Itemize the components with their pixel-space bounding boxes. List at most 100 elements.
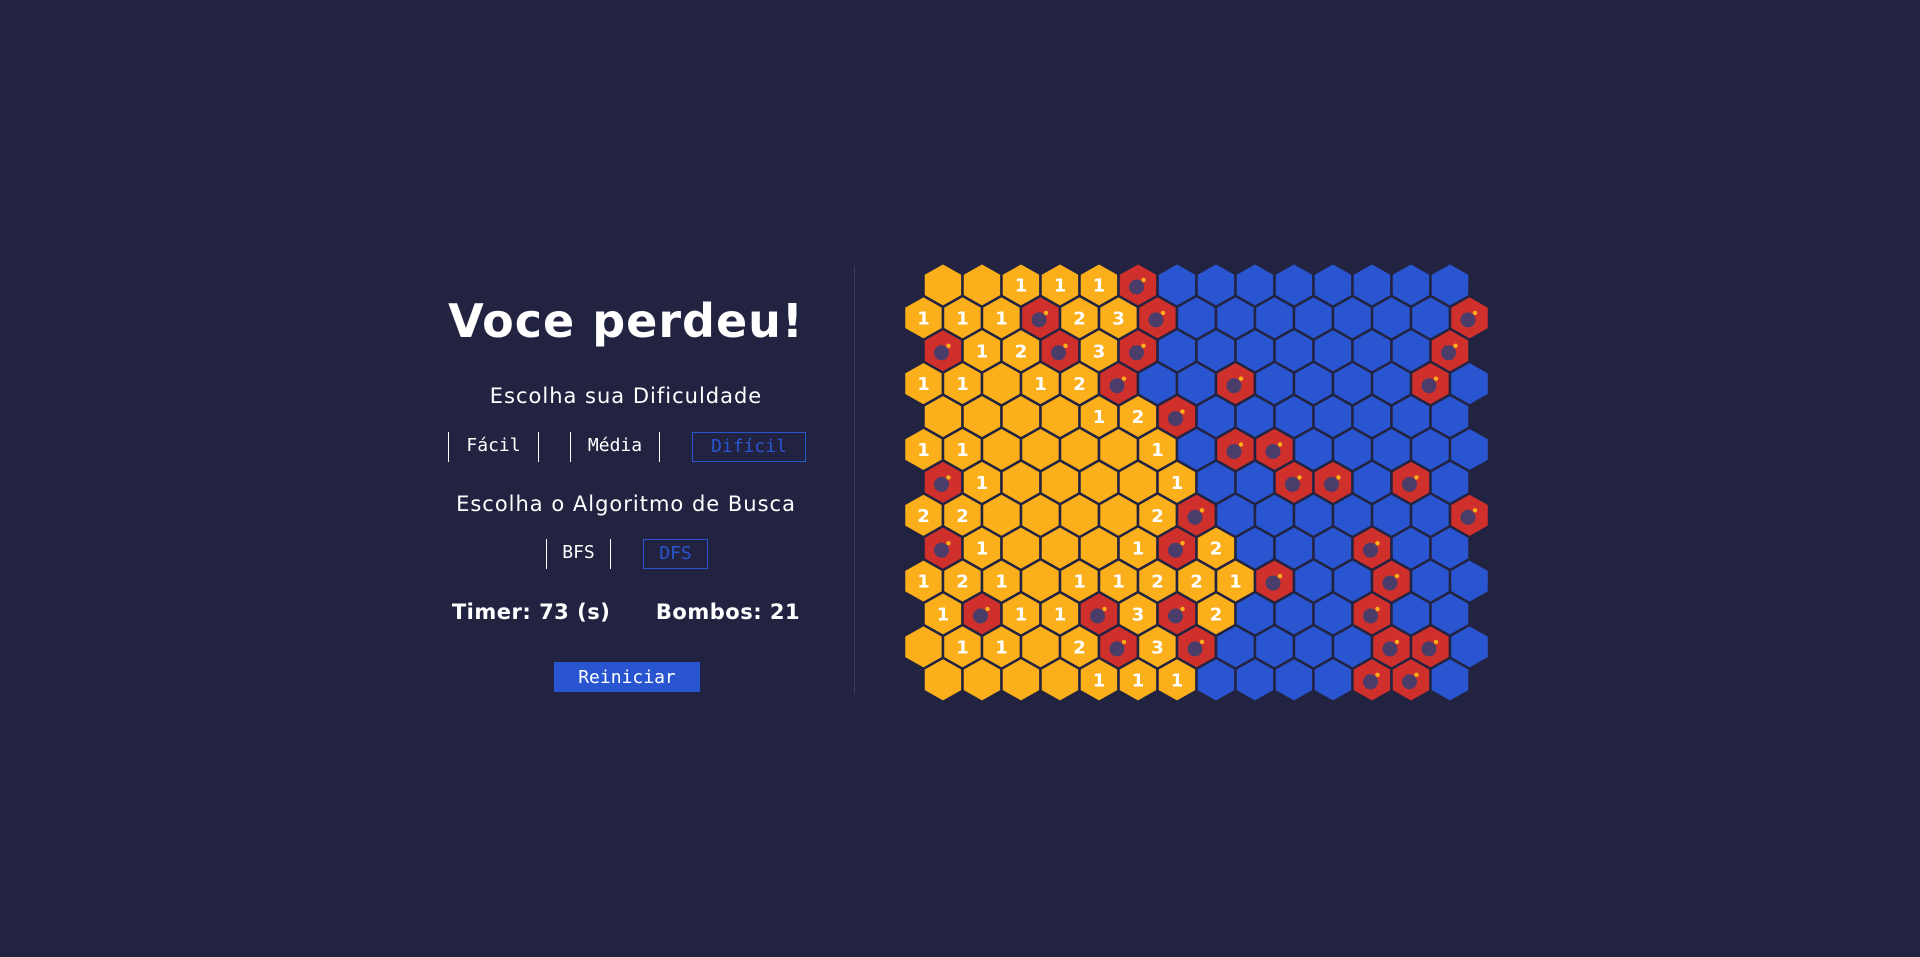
cell-number: 2 (1073, 637, 1086, 658)
bomb-icon (1265, 444, 1281, 459)
hex-tile (1273, 656, 1315, 704)
bomb-fuse-icon (1141, 343, 1146, 348)
cell-number: 1 (1073, 572, 1086, 593)
cell-number: 1 (1229, 572, 1242, 593)
revealed-cell[interactable]: 1 (1078, 656, 1120, 704)
revealed-cell[interactable]: 1 (1156, 656, 1198, 704)
bomb-fuse-icon (1277, 442, 1283, 447)
cell-number: 3 (1112, 308, 1125, 329)
cell-number: 1 (995, 572, 1008, 593)
mine-cell[interactable] (1351, 656, 1393, 704)
bomb-icon (1226, 378, 1242, 394)
bomb-fuse-icon (1277, 573, 1283, 579)
hidden-cell[interactable] (1312, 656, 1354, 704)
bomb-icon (1402, 674, 1417, 690)
bomb-fuse-icon (1433, 376, 1439, 381)
cell-number: 1 (995, 637, 1008, 658)
bomb-fuse-icon (1199, 508, 1205, 513)
cell-number: 1 (995, 308, 1008, 329)
bomb-icon (1363, 608, 1378, 624)
cell-number: 1 (1171, 473, 1184, 494)
cell-number: 2 (1151, 572, 1164, 593)
cell-number: 1 (1171, 670, 1184, 691)
hidden-cell[interactable] (1195, 656, 1237, 704)
bomb-fuse-icon (1199, 639, 1205, 645)
cell-number: 1 (917, 308, 930, 329)
hex-tile (1234, 656, 1276, 704)
bomb-fuse-icon (1238, 442, 1244, 447)
bomb-fuse-icon (1472, 310, 1478, 316)
bomb-icon (934, 345, 949, 361)
cell-number: 2 (1073, 374, 1086, 395)
cell-number: 3 (1151, 637, 1164, 658)
bomb-fuse-icon (1141, 277, 1146, 283)
bomb-icon (934, 542, 949, 558)
bomb-icon (1187, 509, 1203, 525)
revealed-cell[interactable] (922, 656, 964, 704)
mine-cell[interactable] (1390, 656, 1432, 704)
bomb-fuse-icon (1414, 672, 1419, 677)
bomb-fuse-icon (1180, 541, 1185, 546)
hex-tile (1429, 656, 1471, 704)
revealed-cell[interactable] (961, 656, 1003, 704)
hex-tile (1195, 656, 1237, 704)
bomb-icon (1382, 641, 1398, 657)
cell-number: 3 (1132, 605, 1145, 626)
revealed-cell[interactable] (1000, 656, 1042, 704)
bomb-fuse-icon (1375, 606, 1380, 612)
bomb-icon (1324, 476, 1339, 492)
bomb-icon (1363, 542, 1378, 558)
bomb-fuse-icon (1414, 475, 1419, 480)
bomb-icon (1168, 542, 1183, 558)
cell-number: 1 (1015, 276, 1028, 297)
cell-number: 1 (1132, 670, 1145, 691)
cell-number: 2 (956, 572, 969, 593)
bomb-icon (1090, 608, 1105, 624)
bomb-fuse-icon (1394, 573, 1400, 579)
hex-tile (1000, 656, 1042, 704)
bomb-icon (1051, 345, 1066, 361)
bomb-fuse-icon (946, 475, 951, 480)
bomb-icon (1421, 641, 1437, 657)
bomb-icon (1187, 641, 1203, 657)
cell-number: 1 (917, 374, 930, 395)
cell-number: 1 (976, 539, 989, 560)
hidden-cell[interactable] (1429, 656, 1471, 704)
hidden-cell[interactable] (1234, 656, 1276, 704)
cell-number: 2 (1210, 605, 1223, 626)
bomb-icon (1168, 411, 1183, 427)
cell-number: 2 (1132, 407, 1145, 428)
bomb-fuse-icon (1394, 639, 1400, 645)
bomb-icon (1129, 279, 1144, 295)
cell-number: 1 (1151, 440, 1164, 461)
bomb-icon (1226, 444, 1242, 459)
hex-tile (1039, 656, 1081, 704)
cell-number: 2 (1210, 539, 1223, 560)
bomb-icon (1031, 312, 1047, 328)
bomb-fuse-icon (946, 541, 951, 546)
bomb-fuse-icon (946, 343, 951, 348)
hex-tile (961, 656, 1003, 704)
hidden-cell[interactable] (1273, 656, 1315, 704)
cell-number: 1 (1132, 539, 1145, 560)
bomb-fuse-icon (1472, 508, 1478, 513)
cell-number: 1 (917, 572, 930, 593)
cell-number: 2 (1151, 506, 1164, 527)
cell-number: 2 (917, 506, 930, 527)
cell-number: 1 (1034, 374, 1047, 395)
bomb-icon (934, 476, 949, 492)
cell-number: 2 (1015, 341, 1028, 362)
revealed-cell[interactable]: 1 (1117, 656, 1159, 704)
bomb-fuse-icon (1160, 310, 1166, 316)
bomb-fuse-icon (1238, 376, 1244, 381)
bomb-fuse-icon (1102, 606, 1107, 612)
bomb-fuse-icon (1180, 606, 1185, 612)
bomb-icon (1148, 312, 1164, 328)
bomb-fuse-icon (1375, 672, 1380, 677)
cell-number: 1 (1015, 605, 1028, 626)
revealed-cell[interactable] (1039, 656, 1081, 704)
bomb-fuse-icon (1180, 409, 1185, 414)
cell-number: 2 (1190, 572, 1203, 593)
bomb-icon (1460, 312, 1476, 328)
bomb-icon (1168, 608, 1183, 624)
